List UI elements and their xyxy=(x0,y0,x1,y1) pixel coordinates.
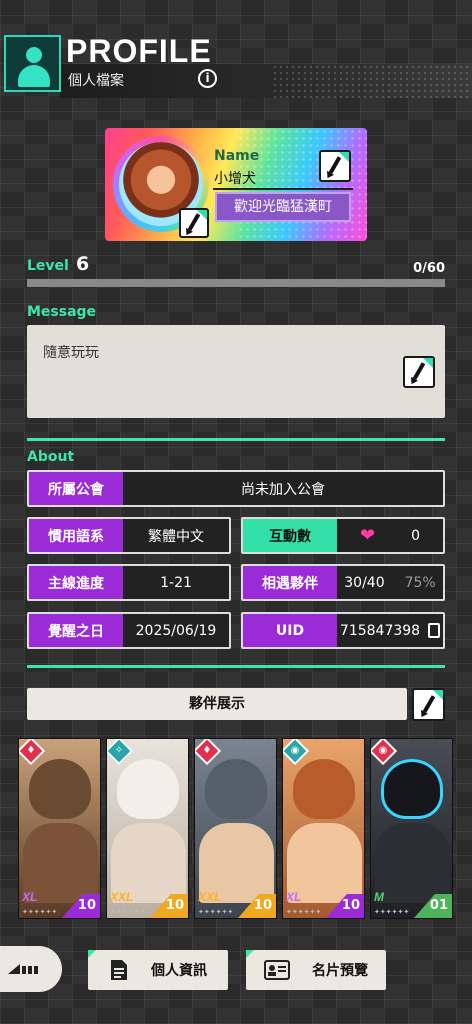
card-preview-label: 名片預覽 xyxy=(312,963,368,979)
partners-met-value: 30/40 xyxy=(344,574,385,591)
uid-key: UID xyxy=(243,614,337,647)
player-name: 小增犬 xyxy=(214,171,256,187)
wind-icon: ✧ xyxy=(107,739,134,766)
guild-value: 尚未加入公會 xyxy=(123,472,443,505)
name-label: Name xyxy=(214,148,260,164)
partner-stars: ✦✦✦✦✦✦ xyxy=(374,908,410,916)
story-progress-key: 主線進度 xyxy=(29,566,123,599)
language-key: 慣用語系 xyxy=(29,519,123,552)
partners-met-field: 相遇夥伴 30/40 75% xyxy=(241,564,445,601)
name-underline xyxy=(213,188,353,190)
fire-icon: ♦ xyxy=(19,739,46,766)
awaken-date-value: 2025/06/19 xyxy=(123,614,229,647)
language-value: 繁體中文 xyxy=(123,519,229,552)
id-card-icon xyxy=(264,960,290,980)
partners-met-percent: 75% xyxy=(404,574,436,591)
divider xyxy=(27,438,445,441)
edit-name-button[interactable] xyxy=(319,150,351,182)
awaken-date-field: 覺醒之日 2025/06/19 xyxy=(27,612,231,649)
partner-card[interactable]: ◉ XL ✦✦✦✦✦✦ 10 xyxy=(282,738,365,919)
message-label: Message xyxy=(27,304,97,320)
message-box[interactable]: 隨意玩玩 xyxy=(27,325,445,418)
uid-field: UID 715847398 xyxy=(241,612,445,649)
partner-card[interactable]: ♦ XL ✦✦✦✦✦✦ 10 xyxy=(18,738,101,919)
card-preview-button[interactable]: 名片預覽 xyxy=(246,950,386,990)
back-arrow-icon xyxy=(8,964,38,974)
edit-avatar-button[interactable] xyxy=(179,208,209,238)
uid-value: 715847398 xyxy=(339,622,421,639)
language-field: 慣用語系 繁體中文 xyxy=(27,517,231,554)
profile-name-card: Name 小增犬 歡迎光臨猛漢町 xyxy=(105,128,367,241)
partner-card[interactable]: ✧ XXL ✦✦✦✦✦✦ 10 xyxy=(106,738,189,919)
title-badge[interactable]: 歡迎光臨猛漢町 xyxy=(215,192,351,222)
partner-stars: ✦✦✦✦✦✦ xyxy=(198,908,234,916)
edit-showcase-button[interactable] xyxy=(412,688,445,721)
partner-size: XL xyxy=(286,890,302,904)
guild-key: 所屬公會 xyxy=(29,472,123,505)
partner-size: XXL xyxy=(110,890,134,904)
partner-card[interactable]: ◉ M ✦✦✦✦✦✦ 01 xyxy=(370,738,453,919)
partner-portrait xyxy=(29,759,91,819)
partner-stars: ✦✦✦✦✦✦ xyxy=(22,908,58,916)
partner-size: XL xyxy=(22,890,38,904)
level-label: Level xyxy=(27,258,69,274)
partner-size: XXL xyxy=(198,890,222,904)
message-text: 隨意玩玩 xyxy=(43,345,99,361)
partner-showcase-title: 夥伴展示 xyxy=(27,688,407,720)
fire-icon: ♦ xyxy=(195,739,222,766)
partner-stars: ✦✦✦✦✦✦ xyxy=(286,908,322,916)
level-progress-bar xyxy=(27,279,445,287)
eye-icon: ◉ xyxy=(283,739,310,766)
info-icon[interactable]: i xyxy=(198,69,217,88)
interaction-field: 互動數 ❤ 0 xyxy=(241,517,445,554)
about-label: About xyxy=(27,449,75,465)
partner-portrait xyxy=(381,759,443,819)
header-pattern xyxy=(272,64,472,98)
interaction-value: 0 xyxy=(411,527,420,544)
divider xyxy=(27,665,445,668)
level-progress-text: 0/60 xyxy=(413,261,445,276)
page-subtitle: 個人檔案 xyxy=(68,73,124,89)
back-button[interactable] xyxy=(0,946,62,992)
awaken-date-key: 覺醒之日 xyxy=(29,614,123,647)
partner-stars: ✦✦✦✦✦✦ xyxy=(110,908,146,916)
partner-card[interactable]: ♦ XXL ✦✦✦✦✦✦ 10 xyxy=(194,738,277,919)
document-icon xyxy=(111,960,127,980)
partner-size: M xyxy=(374,890,384,904)
personal-info-button[interactable]: 個人資訊 xyxy=(88,950,228,990)
page-title: PROFILE xyxy=(66,33,212,69)
interaction-key: 互動數 xyxy=(243,519,337,552)
partners-met-key: 相遇夥伴 xyxy=(243,566,337,599)
story-progress-value: 1-21 xyxy=(123,566,229,599)
story-progress-field: 主線進度 1-21 xyxy=(27,564,231,601)
personal-info-label: 個人資訊 xyxy=(151,963,207,979)
profile-avatar-icon xyxy=(4,35,61,92)
level-value: 6 xyxy=(76,253,90,275)
eye-icon: ◉ xyxy=(371,739,398,766)
partner-portrait xyxy=(293,759,355,819)
edit-message-button[interactable] xyxy=(403,356,435,388)
partner-portrait xyxy=(117,759,179,819)
partner-portrait xyxy=(205,759,267,819)
guild-field: 所屬公會 尚未加入公會 xyxy=(27,470,445,507)
heart-icon: ❤ xyxy=(359,525,376,546)
copy-icon[interactable] xyxy=(428,623,441,638)
